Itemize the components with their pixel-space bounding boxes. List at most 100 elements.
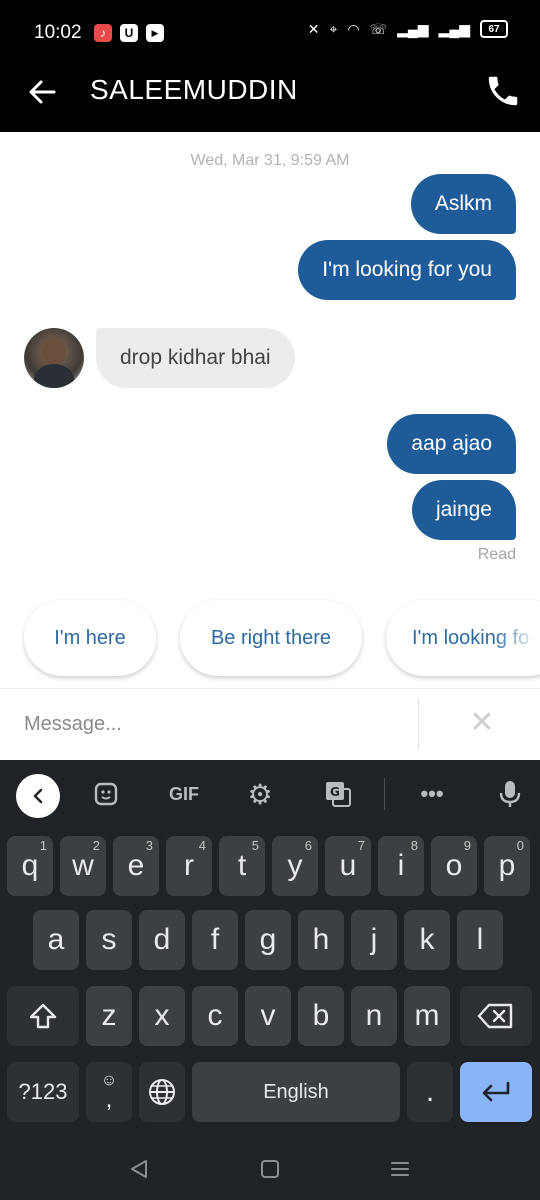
nav-recents-icon[interactable] [389,1158,411,1180]
signal-icon-2: ▂▄▆ [438,20,470,37]
message-bubble-outgoing: aap ajao [387,414,516,474]
shift-key[interactable] [7,986,79,1046]
message-bubble-outgoing: I'm looking for you [298,240,516,300]
key-label: e [127,849,145,882]
key-hint: 7 [357,838,365,853]
key-label: y [287,849,303,882]
key-f[interactable]: f [192,910,238,970]
key-x[interactable]: x [139,986,185,1046]
key-label: i [397,849,405,882]
key-h[interactable]: h [298,910,344,970]
key-label: w [72,849,94,882]
key-z[interactable]: z [86,986,132,1046]
keyboard-toolbar: GIF ⚙ G ••• [0,760,540,828]
symbols-key[interactable]: ?123 [7,1062,79,1122]
comma-label: , [105,1086,113,1113]
chat-header: SALEEMUDDIN [0,64,540,132]
space-bar[interactable]: English [192,1062,400,1122]
system-nav-bar [0,1140,540,1200]
microphone-icon[interactable] [490,774,530,814]
read-receipt: Read [477,546,516,563]
sticker-icon[interactable] [86,774,126,814]
globe-icon [149,1079,175,1105]
music-app-icon: ♪ [94,24,112,42]
key-m[interactable]: m [404,986,450,1046]
key-v[interactable]: v [245,986,291,1046]
key-hint: 8 [410,838,418,853]
key-t[interactable]: t5 [219,836,265,896]
key-c[interactable]: c [192,986,238,1046]
quick-reply-chip[interactable]: Be right there [180,600,362,676]
key-k[interactable]: k [404,910,450,970]
key-o[interactable]: o9 [431,836,477,896]
key-j[interactable]: j [351,910,397,970]
key-e[interactable]: e3 [113,836,159,896]
quick-reply-label: I'm looking fo [412,626,530,649]
quick-reply-chip[interactable]: I'm here [24,600,156,676]
backspace-icon [477,1003,513,1029]
call-signal-icon: ☏ [369,20,388,37]
more-options-icon[interactable]: ••• [412,774,452,814]
key-label: t [237,849,247,882]
composer-divider [418,699,419,749]
message-input[interactable]: Message... [24,713,122,736]
key-r[interactable]: r4 [166,836,212,896]
battery-icon: 67 [480,20,508,38]
key-q[interactable]: q1 [7,836,53,896]
key-s[interactable]: s [86,910,132,970]
key-i[interactable]: i8 [378,836,424,896]
key-label: q [21,849,39,882]
key-g[interactable]: g [245,910,291,970]
key-label: p [498,849,516,882]
key-p[interactable]: p0 [484,836,530,896]
language-globe-key[interactable] [139,1062,185,1122]
status-bar: 10:02 ♪ U ▶ ✕ ⌖ ◠ ☏ ▂▄▆ ▂▄▆ 67 [0,0,540,64]
key-n[interactable]: n [351,986,397,1046]
key-w[interactable]: w2 [60,836,106,896]
nav-home-icon[interactable] [259,1158,281,1180]
key-u[interactable]: u7 [325,836,371,896]
contact-name: SALEEMUDDIN [90,74,298,105]
enter-icon [482,1081,510,1102]
key-d[interactable]: d [139,910,185,970]
nav-back-icon[interactable] [128,1158,150,1180]
svg-text:G: G [330,785,340,799]
location-icon: ⌖ [329,20,338,37]
key-hint: 1 [39,838,47,853]
key-hint: 9 [463,838,471,853]
vibrate-icon: ✕ [307,20,320,37]
period-key[interactable]: . [407,1062,453,1122]
contact-avatar [24,328,84,388]
quick-reply-chip[interactable]: I'm looking fo [386,600,540,676]
message-timestamp: Wed, Mar 31, 9:59 AM [190,152,350,169]
key-hint: 3 [145,838,153,853]
uber-app-icon: U [120,24,138,42]
key-y[interactable]: y6 [272,836,318,896]
settings-gear-icon[interactable]: ⚙ [240,774,280,814]
key-a[interactable]: a [33,910,79,970]
key-hint: 5 [251,838,259,853]
wifi-icon: ◠ [347,20,360,37]
collapse-toolbar-icon[interactable] [16,774,60,818]
enter-key[interactable] [460,1062,532,1122]
key-hint: 2 [92,838,100,853]
toolbar-divider [384,778,385,810]
phone-call-icon[interactable] [484,72,522,110]
back-arrow-icon[interactable] [28,78,56,106]
status-icons: ✕ ⌖ ◠ ☏ ▂▄▆ ▂▄▆ 67 [308,20,508,38]
gif-button[interactable]: GIF [162,774,206,814]
message-bubble-outgoing: Aslkm [410,174,516,234]
key-hint: 0 [516,838,524,853]
chat-thread: Wed, Mar 31, 9:59 AM Aslkm I'm looking f… [0,132,540,688]
emoji-comma-key[interactable]: ☺ , [86,1062,132,1122]
clear-icon[interactable]: ✕ [464,705,500,741]
key-l[interactable]: l [457,910,503,970]
key-hint: 6 [304,838,312,853]
key-label: o [445,849,463,882]
translate-icon[interactable]: G [318,774,358,814]
backspace-key[interactable] [460,986,532,1046]
key-b[interactable]: b [298,986,344,1046]
status-time: 10:02 [34,22,82,43]
keyboard: GIF ⚙ G ••• q1 w2 e3 r4 t5 y6 u7 i8 o9 p… [0,760,540,1200]
message-bubble-incoming: drop kidhar bhai [96,328,295,388]
